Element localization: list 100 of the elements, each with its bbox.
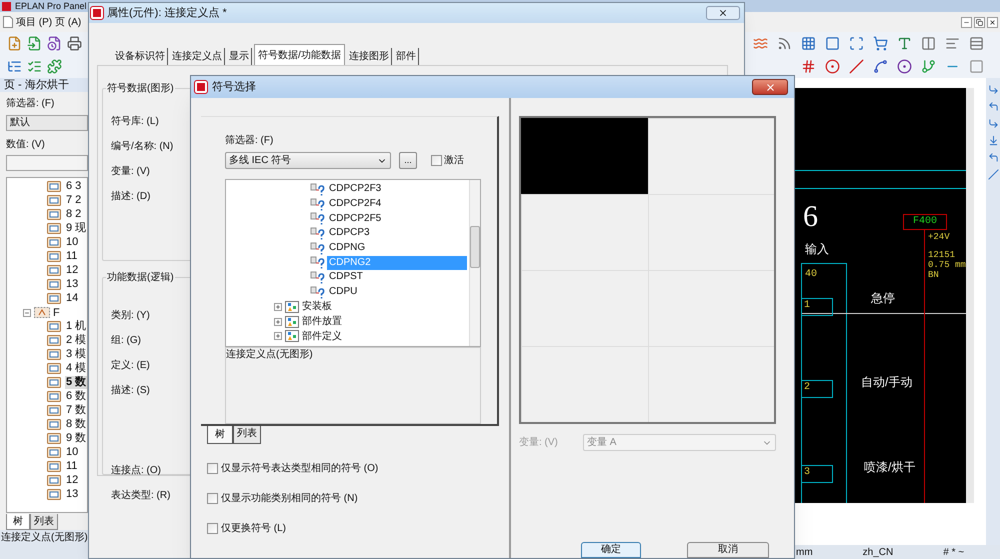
page-icon [47,461,61,472]
symbol-tree-item[interactable]: CDPST [327,270,363,284]
page-tree-item[interactable]: 7 数 [65,404,88,418]
page-icon [47,433,61,444]
symbol-question-icon [309,226,325,240]
page-tree-item[interactable]: 6 数 [65,390,88,404]
terminal: 3 [801,465,833,483]
expand-toggle[interactable] [274,318,282,326]
terminal-block-label: 40 [805,268,818,282]
field-label: 表达类型: (R) [111,488,170,504]
filter-dropdown[interactable]: 默认 [6,115,88,131]
page-tree-item[interactable]: 7 2 [65,194,82,208]
symbol-group-icon [285,316,299,328]
filter-label: 筛选器: (F) [225,134,274,148]
symbol-question-icon [309,182,325,196]
page-tree-item[interactable]: F [53,304,60,322]
expand-toggle[interactable] [274,332,282,340]
page-tree-item[interactable]: 9 现 [65,222,88,236]
close-button[interactable] [987,16,998,28]
page-tree-item[interactable]: 9 数 [65,432,88,446]
connection-tool-icon[interactable] [988,135,998,146]
panel-tab[interactable]: 树 [6,514,30,530]
plus-icon [275,333,281,340]
connection-tool-icon[interactable] [988,118,998,129]
symbol-tree-item[interactable]: CDPCP3 [327,226,370,240]
option-checkbox[interactable] [207,493,218,504]
dialog-button[interactable]: 取消 [687,542,769,558]
page-icon [47,391,61,402]
more-button[interactable]: ... [399,152,417,169]
symbol-group-icon [285,330,299,342]
symbol-tree-item[interactable]: 部件放置 [302,314,342,330]
page-tree-item[interactable]: 8 2 [65,208,82,222]
page-tree-item[interactable]: 3 模 [65,348,88,362]
minus-icon [24,310,30,316]
close-button[interactable] [752,79,788,95]
connection-tool-icon[interactable] [988,169,998,180]
page-icon [47,335,61,346]
group-title: 符号数据(图形) [106,81,175,96]
page-icon [47,405,61,416]
minimize-button[interactable] [961,16,972,28]
restore-button[interactable] [974,16,985,28]
menu-item[interactable]: 项目 (P) [16,14,52,30]
connection-tool-icon[interactable] [988,101,998,112]
symbol-tree-item[interactable]: CDPNG [327,241,366,256]
page-tree-item[interactable]: 12 [65,264,80,278]
page-tree-item[interactable]: 14 [65,292,80,306]
symbol-tree-item[interactable]: 安装板 [302,299,332,314]
page-tree-item[interactable]: 10 [65,446,80,460]
page-tree-item[interactable]: 2 模 [65,334,88,348]
filter-dropdown[interactable]: 多线 IEC 符号 [225,152,391,169]
page-icon [47,195,61,206]
field-label: 组: (G) [111,334,141,348]
activate-checkbox[interactable] [431,155,442,166]
page-tree-item[interactable]: 8 数 [65,418,88,432]
field-label: 连接点: (O) [111,464,161,478]
field-label: 描述: (D) [111,190,150,204]
panel-tab[interactable]: 列表 [30,514,58,530]
function-label: 自动/手动 [861,374,912,391]
page-tree-item[interactable]: 12 [65,474,80,488]
page-tree-item[interactable]: 11 [65,460,78,474]
option-checkbox[interactable] [207,523,218,534]
value-field[interactable] [6,155,88,171]
wire-label: 0.75 mm [928,260,966,270]
dialog-button[interactable]: 确定 [581,542,641,558]
page-tree-item[interactable]: 1 机 [65,320,88,334]
symbol-tree-item[interactable]: CDPCP2F4 [327,197,382,212]
collapse-toggle[interactable] [23,308,31,317]
expand-toggle[interactable] [274,302,282,311]
description-box: 连接定义点(无图形) [225,346,481,424]
scrollbar-thumb[interactable] [470,226,480,268]
page-tree-item[interactable]: 5 数 [65,376,88,390]
group-title: 功能数据(逻辑) [106,270,175,286]
connection-tool-icon[interactable] [988,152,998,163]
symbol-tree-item[interactable]: CDPCP2F3 [327,182,382,196]
filter-label: 筛选器: (F) [5,96,56,111]
page-icon [47,447,61,458]
tab[interactable]: 列表 [233,426,261,444]
connection-tool-icon[interactable] [988,84,998,95]
symbol-question-icon [309,270,325,284]
symbol-group-icon [285,300,299,313]
page-icon [47,489,61,500]
tab[interactable]: 树 [207,426,233,444]
tab[interactable]: 符号数据/功能数据 [254,44,345,65]
symbol-tree-item[interactable]: 部件定义 [302,328,342,344]
symbol-tree-item[interactable]: CDPU [327,285,358,300]
wire-label: BN [928,270,939,280]
app-logo-icon [195,81,207,93]
symbol-tree-item[interactable]: CDPCP2F5 [327,212,382,226]
page-tree-item[interactable]: 11 [65,250,78,264]
panel-title: 页 - 海尔烘干 [0,78,88,92]
page-tree-item[interactable]: 4 模 [65,362,88,376]
menu-item[interactable]: 页 (A) [55,14,82,30]
close-icon [764,82,776,92]
page-tree-item[interactable]: 13 [65,278,80,292]
page-tree-item[interactable]: 6 3 [65,180,82,194]
terminal: 2 [801,380,833,398]
page-tree-item[interactable]: 13 [65,488,80,502]
option-checkbox[interactable] [207,463,218,474]
section-heading: 输入 [805,241,829,258]
page-tree-item[interactable]: 10 [65,236,80,250]
